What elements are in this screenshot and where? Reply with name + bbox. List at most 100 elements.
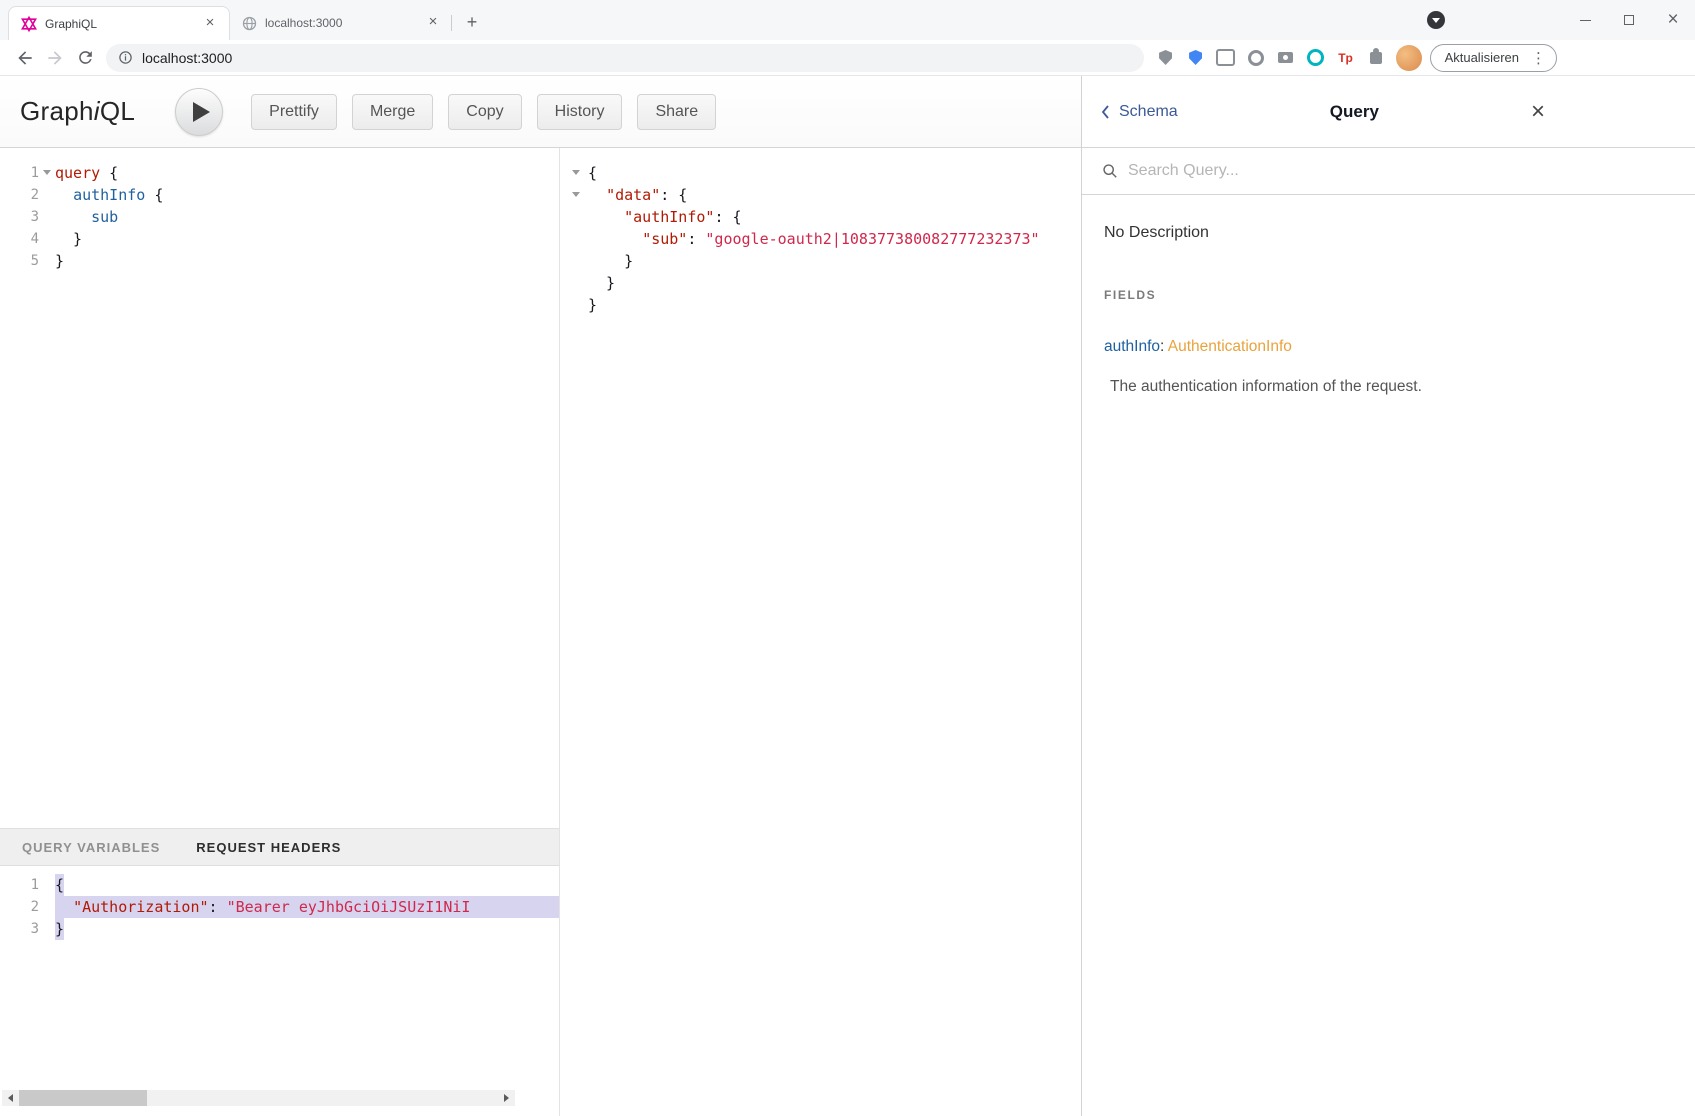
fold-slot (568, 228, 584, 250)
browser-menu-icon[interactable]: ⋮ (1531, 49, 1546, 67)
gutter-line (560, 250, 586, 272)
update-chrome-button[interactable]: Aktualisieren ⋮ (1430, 44, 1557, 72)
reload-button[interactable] (70, 43, 100, 73)
graphiql-favicon (21, 16, 37, 32)
gutter-line (560, 206, 586, 228)
scroll-left-arrow[interactable] (2, 1090, 19, 1106)
browser-titlebar: GraphiQL × localhost:3000 × + × (0, 0, 1695, 40)
url-bar[interactable] (106, 44, 1144, 72)
gutter-line: 5 (0, 250, 55, 272)
field-description: The authentication information of the re… (1104, 378, 1673, 396)
profile-avatar[interactable] (1396, 45, 1422, 71)
minimize-button[interactable] (1563, 0, 1607, 40)
camera-extension-icon[interactable] (1274, 46, 1298, 70)
blue-shield-extension-icon[interactable] (1184, 46, 1208, 70)
query-editor[interactable]: 1 2 3 45 query { authInfo { sub }} (0, 148, 559, 828)
copy-button[interactable]: Copy (448, 94, 521, 130)
field-separator: : (1160, 338, 1164, 355)
gutter-line: 1 (0, 874, 55, 896)
scrollbar-track[interactable] (19, 1090, 498, 1106)
maximize-button[interactable] (1607, 0, 1651, 40)
forward-button[interactable] (40, 43, 70, 73)
doc-back-link[interactable]: Schema (1100, 103, 1178, 121)
fold-slot (568, 294, 584, 316)
gutter-line: 2 (0, 184, 55, 206)
fields-heading: FIELDS (1104, 288, 1673, 302)
doc-search-bar[interactable] (1082, 148, 1695, 195)
gutter-line (560, 184, 586, 206)
fold-slot (39, 206, 55, 228)
doc-content: No Description FIELDS authInfo: Authenti… (1082, 195, 1695, 416)
record-extension-icon[interactable] (1244, 46, 1268, 70)
code-line: } (55, 250, 559, 272)
extensions-puzzle-icon[interactable] (1364, 46, 1388, 70)
no-description-text: No Description (1104, 224, 1673, 242)
execute-query-button[interactable] (175, 88, 223, 136)
shield-extension-icon[interactable] (1154, 46, 1178, 70)
field-type-link[interactable]: AuthenticationInfo (1168, 338, 1292, 355)
field-name-link[interactable]: authInfo (1104, 338, 1160, 355)
request-headers-editor[interactable]: 123 { "Authorization": "Bearer eyJhbGciO… (0, 874, 559, 940)
browser-toolbar: Tp Aktualisieren ⋮ (0, 40, 1695, 76)
headers-editor-code[interactable]: { "Authorization": "Bearer eyJhbGciOiJSU… (55, 874, 559, 940)
graphiql-toolbar: Prettify Merge Copy History Share (251, 94, 716, 130)
screenshot-extension-icon[interactable] (1214, 46, 1238, 70)
doc-explorer-header: Schema Query × (1082, 76, 1695, 148)
result-viewer-code: { "data": { "authInfo": { "sub": "google… (586, 162, 1081, 316)
history-button[interactable]: History (537, 94, 623, 130)
fold-arrow-icon[interactable] (39, 162, 55, 184)
gutter-line: 4 (0, 228, 55, 250)
gutter-line: 2 (0, 896, 55, 918)
tab-request-headers[interactable]: REQUEST HEADERS (196, 840, 341, 855)
close-button[interactable]: × (1651, 0, 1695, 40)
code-line: "Authorization": "Bearer eyJhbGciOiJSUzI… (55, 896, 559, 918)
share-button[interactable]: Share (637, 94, 716, 130)
graphiql-topbar: GraphiQL PrettifyMergeCopyHistoryShare (0, 76, 1081, 148)
code-line: } (588, 272, 1081, 294)
query-editor-code[interactable]: query { authInfo { sub }} (55, 162, 559, 828)
gutter-line (560, 294, 586, 316)
browser-update-icon[interactable] (1427, 11, 1445, 29)
code-line: "data": { (588, 184, 1081, 206)
code-line: } (55, 228, 559, 250)
tab-title: localhost:3000 (265, 16, 424, 30)
horizontal-scrollbar[interactable] (2, 1090, 515, 1106)
back-button[interactable] (10, 43, 40, 73)
tab-close-icon[interactable]: × (201, 15, 219, 33)
line-number: 1 (5, 165, 39, 181)
code-line: } (588, 294, 1081, 316)
scroll-right-arrow[interactable] (498, 1090, 515, 1106)
fold-arrow-icon[interactable] (568, 184, 584, 206)
play-icon (193, 102, 210, 122)
browser-tab-graphiql[interactable]: GraphiQL × (8, 6, 230, 40)
result-viewer-gutter (560, 162, 586, 316)
merge-button[interactable]: Merge (352, 94, 433, 130)
doc-search-input[interactable] (1128, 162, 1675, 180)
tab-close-icon[interactable]: × (424, 14, 442, 32)
gutter-line (560, 272, 586, 294)
devtools-extension-icon[interactable] (1304, 46, 1328, 70)
doc-close-icon[interactable]: × (1531, 100, 1545, 124)
fold-slot (39, 874, 55, 896)
variables-tabbar: QUERY VARIABLES REQUEST HEADERS (0, 828, 559, 866)
tab-query-variables[interactable]: QUERY VARIABLES (22, 840, 160, 855)
line-number: 3 (5, 209, 39, 225)
scrollbar-thumb[interactable] (19, 1090, 147, 1106)
prettify-button[interactable]: Prettify (251, 94, 337, 130)
gutter-line: 1 (0, 162, 55, 184)
url-input[interactable] (142, 50, 1054, 66)
window-controls: × (1427, 0, 1695, 40)
browser-tab-localhost[interactable]: localhost:3000 × (230, 6, 452, 40)
back-arrow-icon (15, 48, 35, 68)
fold-arrow-icon[interactable] (568, 162, 584, 184)
site-info-icon[interactable] (118, 50, 133, 65)
new-tab-button[interactable]: + (458, 9, 486, 37)
field-row: authInfo: AuthenticationInfo (1104, 338, 1673, 356)
line-number: 1 (5, 877, 39, 893)
tp-extension-icon[interactable]: Tp (1334, 46, 1358, 70)
search-icon (1102, 163, 1118, 179)
result-viewer[interactable]: { "data": { "authInfo": { "sub": "google… (560, 148, 1081, 316)
code-line: } (55, 918, 559, 940)
fold-slot (568, 250, 584, 272)
code-line: { (588, 162, 1081, 184)
